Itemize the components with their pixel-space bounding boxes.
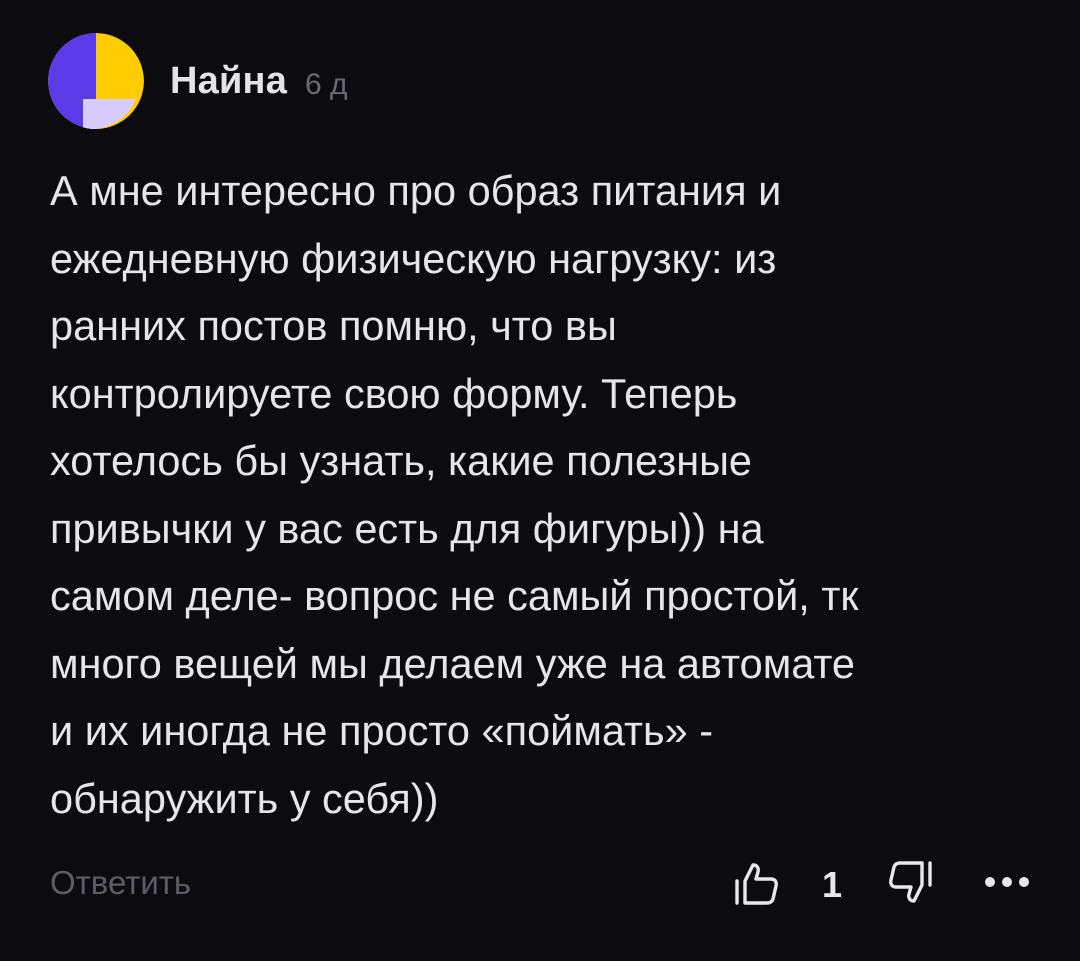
reply-button[interactable]: Ответить [50,864,191,902]
thumb-up-icon [735,863,778,905]
dislike-button[interactable] [884,857,936,909]
more-dots-icon [985,877,1029,887]
comment-text: А мне интересно про образ питания и ежед… [50,167,859,822]
comment-card: Найна 6 д А мне интересно про образ пита… [0,0,1080,961]
thumb-down-icon [889,861,932,903]
avatar[interactable] [48,33,144,129]
comment-header: Найна 6 д [48,32,348,130]
like-button[interactable] [731,857,783,909]
comment-time: 6 д [305,68,348,101]
more-button[interactable] [982,872,1032,892]
author-name[interactable]: Найна [170,60,287,103]
comment-actions: Ответить 1 [48,852,1038,916]
likes-count: 1 [822,864,843,905]
